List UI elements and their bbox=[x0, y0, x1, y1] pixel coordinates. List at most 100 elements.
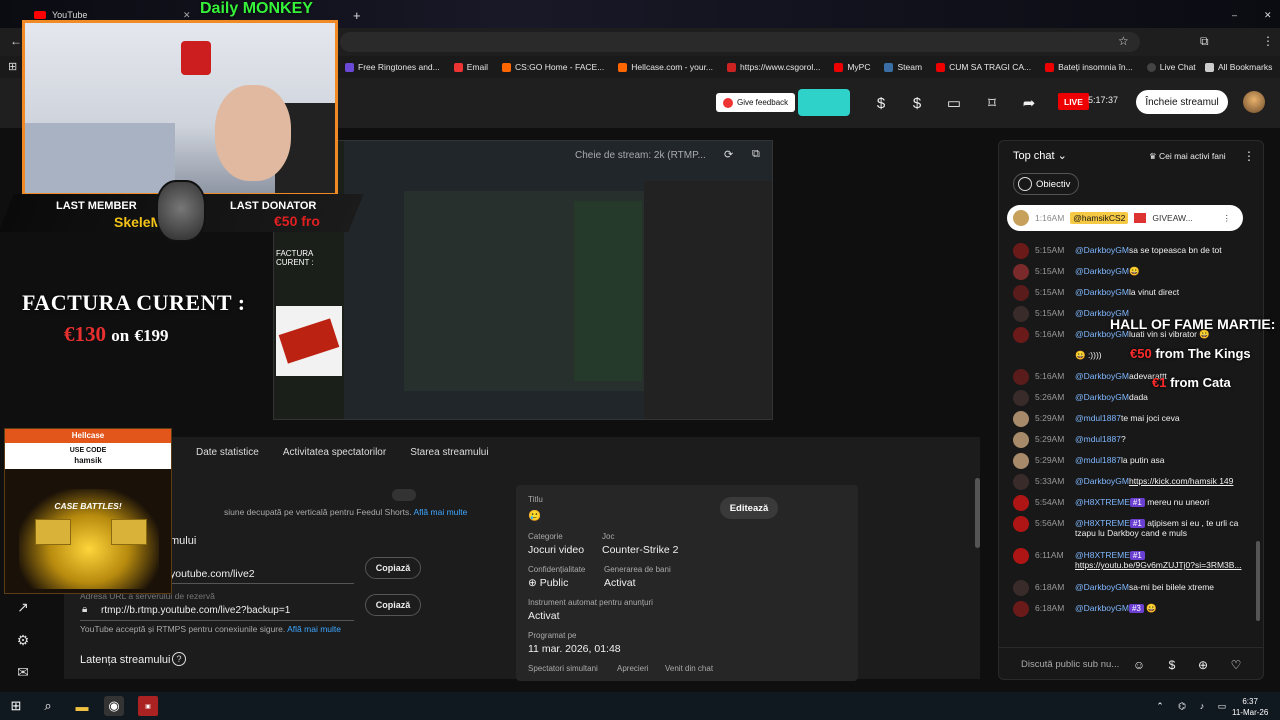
channel-overlay-title: Daily MONKEY bbox=[200, 0, 313, 17]
chat-message[interactable]: 6:18AM @DarkboyGM #3 😀 bbox=[1013, 601, 1249, 617]
more-icon[interactable]: ⋮ bbox=[1223, 213, 1232, 224]
chat-message[interactable]: 5:29AM @mdul1887la putin asa bbox=[1013, 453, 1249, 469]
message-author[interactable]: @DarkboyGM bbox=[1075, 392, 1129, 402]
stream-key-select[interactable]: Cheie de stream: 2k (RTMP... bbox=[575, 150, 706, 161]
chat-message[interactable]: 5:26AM @DarkboyGMdada bbox=[1013, 390, 1249, 406]
shorts-toggle[interactable] bbox=[392, 489, 416, 501]
taskbar-clock[interactable]: 6:37 11-Mar-26 bbox=[1232, 696, 1268, 718]
search-icon[interactable]: ⌕ bbox=[38, 696, 58, 716]
more-icon[interactable]: ⋮ bbox=[1243, 149, 1255, 163]
minimize-icon[interactable]: – bbox=[1224, 4, 1245, 26]
volume-icon[interactable]: ♪ bbox=[1192, 696, 1212, 716]
media-icon[interactable]: ▭ bbox=[943, 92, 965, 114]
bookmark-icon bbox=[453, 62, 463, 72]
bookmark-item[interactable]: CUM SA TRAGI CA... bbox=[936, 62, 1031, 72]
extensions-icon[interactable]: ⧉ bbox=[1200, 34, 1209, 49]
new-tab-icon[interactable]: + bbox=[345, 4, 369, 26]
apps-icon[interactable]: ⊞ bbox=[8, 60, 17, 73]
tab-statistics[interactable]: Date statistice bbox=[196, 447, 259, 458]
battery-icon[interactable]: ▭ bbox=[1212, 696, 1232, 716]
file-explorer-icon[interactable]: ▬ bbox=[72, 696, 92, 716]
monetization-icon[interactable]: $ bbox=[870, 92, 892, 114]
chat-input[interactable]: Discută public sub nu... bbox=[1021, 659, 1119, 670]
menu-icon[interactable]: ⋮ bbox=[1262, 34, 1274, 48]
chat-scrollbar[interactable] bbox=[1256, 541, 1260, 621]
bookmark-item[interactable]: Live Chat bbox=[1146, 62, 1196, 72]
chrome-icon[interactable]: ◉ bbox=[104, 696, 124, 716]
add-icon[interactable]: ⊕ bbox=[1195, 657, 1211, 673]
external-link-icon[interactable]: ↗ bbox=[14, 598, 32, 616]
windows-start-icon[interactable]: ⊞ bbox=[6, 696, 26, 716]
feedback-button[interactable]: Give feedback bbox=[716, 93, 796, 112]
chat-message[interactable]: 5:29AM @mdul1887? bbox=[1013, 432, 1249, 448]
top-fans-button[interactable]: ♛ Cei mai activi fani bbox=[1149, 151, 1226, 162]
copy-icon[interactable]: ⧉ bbox=[752, 148, 760, 161]
message-body: @H8XTREME #1 https://youtu.be/9Gv6mZUJTj0… bbox=[1075, 550, 1249, 570]
message-author[interactable]: @mdul1887 bbox=[1075, 434, 1121, 444]
message-author[interactable]: @mdul1887 bbox=[1075, 413, 1121, 423]
close-window-icon[interactable]: ✕ bbox=[1256, 4, 1280, 26]
message-author[interactable]: @DarkboyGM bbox=[1075, 371, 1129, 381]
network-icon[interactable]: ⌬ bbox=[1172, 696, 1192, 716]
back-icon[interactable]: ← bbox=[10, 34, 22, 48]
heart-icon[interactable]: ♡ bbox=[1228, 657, 1244, 673]
emoji-icon[interactable]: ☺ bbox=[1131, 657, 1147, 673]
message-author[interactable]: @DarkboyGM bbox=[1075, 266, 1129, 276]
gear-icon[interactable]: ⚙ bbox=[14, 631, 32, 649]
chat-message[interactable]: 5:15AM @DarkboyGMla vinut direct bbox=[1013, 285, 1249, 301]
bookmark-item[interactable]: Bateți insomnia în... bbox=[1045, 62, 1133, 72]
chat-message[interactable]: 5:29AM @mdul1887te mai joci ceva bbox=[1013, 411, 1249, 427]
bookmark-item[interactable]: Free Ringtones and... bbox=[345, 62, 440, 72]
scrollbar[interactable] bbox=[975, 478, 980, 548]
streamer-tools-button[interactable] bbox=[798, 89, 850, 116]
chat-message[interactable]: 6:18AM @DarkboyGMsa-mi bei bilele xtreme bbox=[1013, 580, 1249, 596]
url-input[interactable] bbox=[340, 32, 1140, 52]
chat-message[interactable]: 5:56AM @H8XTREME #1 ațipisem si eu , te ur… bbox=[1013, 516, 1249, 538]
bookmark-item[interactable]: Email bbox=[453, 62, 488, 72]
end-stream-button[interactable]: Încheie streamul bbox=[1136, 90, 1228, 114]
bookmark-item[interactable]: CS:GO Home - FACE... bbox=[502, 62, 604, 72]
feedback-rail-icon[interactable]: ✉ bbox=[14, 663, 32, 681]
message-author[interactable]: @H8XTREME bbox=[1075, 518, 1130, 528]
help-icon[interactable]: ? bbox=[172, 652, 186, 666]
all-bookmarks[interactable]: All Bookmarks bbox=[1205, 62, 1272, 72]
message-author[interactable]: @H8XTREME bbox=[1075, 497, 1130, 507]
message-author[interactable]: @H8XTREME bbox=[1075, 550, 1130, 560]
message-author[interactable]: @DarkboyGM bbox=[1075, 245, 1129, 255]
share-icon[interactable]: ➦ bbox=[1018, 92, 1040, 114]
chat-message[interactable]: 5:33AM @DarkboyGMhttps://kick.com/hamsik … bbox=[1013, 474, 1249, 490]
chat-message[interactable]: 5:15AM @DarkboyGM😀 bbox=[1013, 264, 1249, 280]
message-author[interactable]: @DarkboyGM bbox=[1075, 603, 1129, 613]
chat-message[interactable]: 5:15AM @DarkboyGMsa se topeasca bn de tot bbox=[1013, 243, 1249, 259]
edit-button[interactable]: Editează bbox=[720, 497, 778, 519]
message-author[interactable]: @mdul1887 bbox=[1075, 455, 1121, 465]
bookmark-item[interactable]: Hellcase.com - your... bbox=[618, 62, 713, 72]
bookmark-item[interactable]: Steam bbox=[884, 62, 922, 72]
tray-chevron-icon[interactable]: ⌃ bbox=[1150, 696, 1170, 716]
message-author[interactable]: @DarkboyGM bbox=[1075, 582, 1129, 592]
app-icon[interactable]: ▣ bbox=[138, 696, 158, 716]
star-icon[interactable]: ☆ bbox=[1118, 34, 1129, 48]
pinned-message[interactable]: 1:16AM @hamsikCS2 GIVEAW... ⋮ bbox=[1007, 205, 1243, 231]
message-time: 5:15AM bbox=[1035, 266, 1065, 276]
copy-url-button[interactable]: Copiază bbox=[365, 557, 421, 579]
bookmark-icon[interactable]: ⌑ bbox=[981, 92, 1003, 114]
chat-mode-select[interactable]: Top chat ⌄ bbox=[1013, 149, 1067, 162]
tab-viewer-activity[interactable]: Activitatea spectatorilor bbox=[283, 447, 386, 458]
webcam-streamer bbox=[215, 85, 291, 181]
message-body: @DarkboyGMdada bbox=[1075, 392, 1148, 402]
refresh-icon[interactable]: ⟳ bbox=[724, 148, 733, 161]
chat-message[interactable]: 5:54AM @H8XTREME #1 mereu nu uneori bbox=[1013, 495, 1249, 511]
tab-stream-health[interactable]: Starea streamului bbox=[410, 447, 488, 458]
objective-button[interactable]: Obiectiv bbox=[1013, 173, 1080, 195]
bookmark-item[interactable]: MyPC bbox=[834, 62, 870, 72]
stream-preview[interactable]: FACTURA CURENT : bbox=[273, 140, 773, 420]
supers-icon[interactable]: $ bbox=[906, 92, 928, 114]
super-chat-icon[interactable]: $ bbox=[1164, 657, 1180, 673]
chat-message[interactable]: 6:11AM @H8XTREME #1 https://youtu.be/9Gv6m… bbox=[1013, 548, 1249, 570]
bookmark-item[interactable]: https://www.csgorol... bbox=[727, 62, 820, 72]
message-author[interactable]: @DarkboyGM bbox=[1075, 287, 1129, 297]
avatar[interactable] bbox=[1243, 91, 1265, 113]
message-author[interactable]: @DarkboyGM bbox=[1075, 476, 1129, 486]
copy-backup-url-button[interactable]: Copiază bbox=[365, 594, 421, 616]
